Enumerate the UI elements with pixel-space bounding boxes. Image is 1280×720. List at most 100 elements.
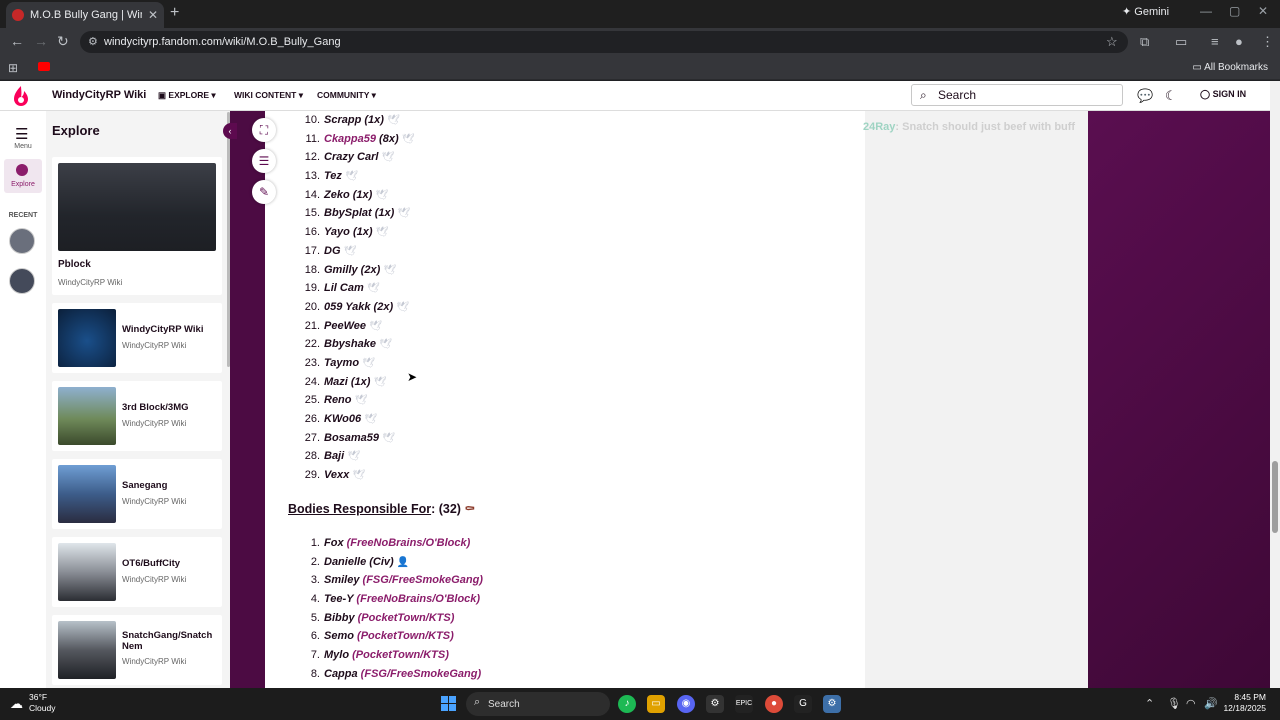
spotify-icon[interactable]: ♪ [618,695,636,713]
explore-card[interactable]: WindyCityRP Wiki WindyCityRP Wiki [52,303,222,373]
taskbar-search[interactable]: ⌕ Search [466,692,610,716]
recent-wiki-avatar[interactable] [9,228,35,254]
minimize-icon[interactable]: — [1200,4,1212,18]
maximize-icon[interactable]: ▢ [1229,4,1240,18]
community-menu[interactable]: COMMUNITY ▾ [317,90,376,101]
list-item: 4. Tee-Y (FreeNoBrains/O'Block) [304,593,483,612]
wiki-content-menu-label: WIKI CONTENT [234,90,297,100]
close-tab-icon[interactable]: ✕ [148,8,158,22]
forward-icon[interactable]: → [34,33,48,49]
member-name[interactable]: Ckappa59 [324,133,376,145]
member-name: 059 Yakk (2x) [324,300,394,313]
member-name: BbySplat (1x) [324,207,395,220]
fandom-logo-icon[interactable] [12,85,30,107]
site-info-icon[interactable]: ⚙ [88,35,98,48]
table-of-contents-icon[interactable]: ☰ [252,149,276,173]
affiliation-link[interactable]: FSG/FreeSmokeGang [364,668,477,680]
start-button[interactable] [441,696,456,711]
affiliation-link[interactable]: PocketTown/KTS [361,630,450,642]
all-bookmarks-button[interactable]: ▭ All Bookmarks [1192,62,1268,73]
explore-card-featured[interactable]: Pblock WindyCityRP Wiki [52,157,222,295]
affiliation-link[interactable]: PocketTown/KTS [356,649,445,661]
scrollbar-thumb[interactable] [1272,461,1278,533]
list-number: 26. [304,413,320,425]
card-title: SnatchGang/Snatch Nem [122,630,213,652]
affiliation-link[interactable]: FreeNoBrains/O'Block [360,593,476,605]
explore-panel: Explore Pblock WindyCityRP Wiki WindyCit… [46,111,230,688]
global-nav-rail: ☰ Menu Explore RECENT [0,111,46,688]
menu-hamburger-icon[interactable]: ☰ [15,125,28,143]
edit-pencil-icon[interactable]: ✎ [252,180,276,204]
more-menu-icon[interactable]: ⋮ [1261,34,1274,50]
windows-taskbar: ☁ 36°F Cloudy ⌕ Search ♪ ▭ ◉ ⚙ EPIC ● G ⚙… [0,688,1280,720]
system-clock[interactable]: 8:45 PM 12/18/2025 [1222,692,1266,714]
epic-games-icon[interactable]: EPIC [735,695,753,713]
youtube-icon[interactable] [38,62,50,71]
member-name: Baji [324,450,345,463]
profile-icon[interactable]: ● [1235,34,1243,49]
member-name: Mazi (1x) [324,375,371,388]
close-window-icon[interactable]: ✕ [1258,4,1268,18]
wiki-content-menu[interactable]: WIKI CONTENT ▾ [234,90,303,101]
apps-grid-icon[interactable]: ⊞ [8,61,18,75]
taskbar-search-label: Search [488,698,520,710]
wiki-name[interactable]: WindyCityRP Wiki [52,89,146,101]
paren-open: ( [353,630,361,643]
victim-name: Semo [324,630,354,643]
affiliation-link[interactable]: PocketTown/KTS [361,612,450,624]
dove-icon: 🕊 [352,470,365,482]
fullscreen-icon[interactable]: ⛶ [252,118,276,142]
sign-in-button[interactable]: ◯ SIGN IN [1200,89,1246,100]
explore-card[interactable]: SnatchGang/Snatch Nem WindyCityRP Wiki [52,615,222,685]
weather-temp: 36°F [29,692,48,702]
chat-message: : Snatch should just beef with buff [895,121,1076,133]
back-icon[interactable]: ← [10,33,24,49]
bookmark-star-icon[interactable]: ☆ [1106,34,1118,50]
dove-icon: 🕊 [375,189,388,201]
chrome-icon[interactable]: ● [765,695,783,713]
list-item: 12. Crazy Carl 🕊 [304,151,414,170]
recent-wiki-avatar[interactable] [9,268,35,294]
card-subtitle: WindyCityRP Wiki [58,278,123,287]
discussions-icon[interactable]: 💬 [1137,88,1153,104]
extensions-icon[interactable]: ⧉ [1140,34,1149,50]
affiliation-link[interactable]: FSG/FreeSmokeGang [366,574,479,586]
page-scrollbar[interactable] [1270,81,1280,688]
dove-icon: 🕊 [369,320,382,332]
explore-card[interactable]: 3rd Block/3MG WindyCityRP Wiki [52,381,222,451]
victim-name: Fox [324,537,344,549]
tray-chevron-icon[interactable]: ⌃ [1145,697,1154,710]
new-tab-button[interactable]: + [170,4,179,22]
weather-widget[interactable]: ☁ 36°F Cloudy [10,692,55,714]
affiliation-link[interactable]: FreeNoBrains/O'Block [350,537,466,549]
wifi-icon[interactable]: ◠ [1186,697,1196,710]
member-count: (8x) [375,132,399,145]
explore-card[interactable]: Sanegang WindyCityRP Wiki [52,459,222,529]
list-number: 4. [310,593,320,606]
compass-icon [16,164,28,176]
app-g-icon[interactable]: G [794,695,812,713]
collapse-panel-button[interactable]: ‹ [223,123,237,139]
member-name: Yayo (1x) [324,226,373,239]
reading-list-icon[interactable]: ≡ [1211,34,1219,49]
explore-card[interactable]: OT6/BuffCity WindyCityRP Wiki [52,537,222,607]
community-menu-label: COMMUNITY [317,90,370,100]
wiki-search-input[interactable]: ⌕ Search [911,84,1123,106]
game-app-icon[interactable]: ⚙ [706,695,724,713]
volume-icon[interactable]: 🔊 [1204,697,1218,710]
settings-app-icon[interactable]: ⚙ [823,695,841,713]
file-explorer-icon[interactable]: ▭ [647,695,665,713]
list-number: 3. [310,574,320,587]
card-title: WindyCityRP Wiki [122,324,204,335]
address-bar[interactable]: ⚙ windycityrp.fandom.com/wiki/M.O.B_Bull… [80,31,1128,53]
dark-mode-icon[interactable]: ☾ [1165,88,1177,104]
explore-menu[interactable]: ▣ EXPLORE ▾ [158,90,216,101]
member-name: Tez [324,170,342,183]
gemini-button[interactable]: ✦ Gemini [1122,5,1169,18]
explore-scrollbar[interactable] [227,112,230,367]
reload-icon[interactable]: ↻ [57,33,69,50]
browser-tab[interactable]: M.O.B Bully Gang | WindyCityR ✕ [6,2,164,28]
cast-icon[interactable]: ▭ [1175,34,1187,50]
discord-icon[interactable]: ◉ [677,695,695,713]
microphone-icon[interactable]: 🎙 [1167,697,1181,710]
